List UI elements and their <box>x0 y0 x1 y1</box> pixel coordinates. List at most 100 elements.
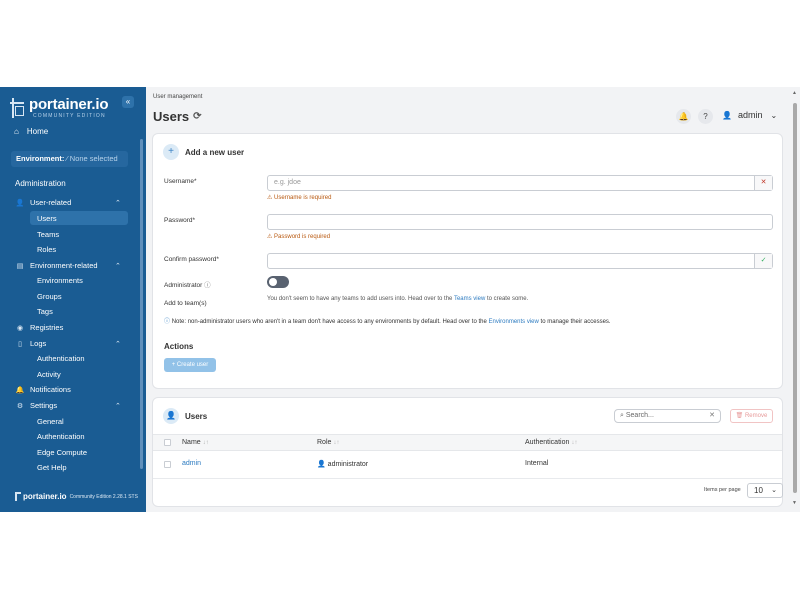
add-user-card: + Add a new user Username* e.g. jdoe ✕ ⚠… <box>152 133 783 389</box>
sidebar-item-notifications[interactable]: 🔔 Notifications <box>15 385 71 394</box>
page-title: Users ⟳ <box>153 109 202 124</box>
column-name[interactable]: Name ↓↑ <box>182 439 209 446</box>
sort-icon: ↓↑ <box>202 440 209 446</box>
teams-help-text: You don't seem to have any teams to add … <box>267 296 453 302</box>
home-icon: ⌂ <box>14 127 19 136</box>
confirm-password-input[interactable]: ✓ <box>267 253 773 269</box>
sidebar-item-label: Notifications <box>30 385 71 394</box>
collapse-sidebar-button[interactable]: « <box>122 96 134 108</box>
users-icon: 👤 <box>15 199 25 207</box>
sidebar-item-tags[interactable]: Tags <box>37 307 53 316</box>
username-error: ⚠ Username is required <box>267 195 332 201</box>
help-circle-icon[interactable]: ? <box>698 109 713 124</box>
page-scrollbar[interactable]: ▲ ▼ <box>790 87 800 512</box>
administrator-toggle[interactable] <box>267 276 289 288</box>
teams-help-text-end: to create some. <box>486 296 529 302</box>
environment-selector[interactable]: Environment: ⁄ None selected <box>11 151 128 167</box>
sidebar-scrollbar[interactable] <box>140 139 143 469</box>
sidebar-item-activity[interactable]: Activity <box>37 370 61 379</box>
teams-label: Add to team(s) <box>164 300 207 307</box>
sidebar-item-edge-compute[interactable]: Edge Compute <box>37 448 87 457</box>
file-text-icon: ▯ <box>18 340 22 348</box>
trash-icon: 🗑 <box>735 413 744 419</box>
sidebar-item-registries[interactable]: ◉ Registries <box>15 323 63 332</box>
password-error: ⚠ Password is required <box>267 234 331 240</box>
teams-view-link[interactable]: Teams view <box>454 296 485 302</box>
sidebar-item-general[interactable]: General <box>37 417 64 426</box>
environment-value: None selected <box>69 154 118 163</box>
row-divider <box>153 478 782 479</box>
sidebar-item-environment-related[interactable]: ▤ Environment-related ⌃ <box>15 261 121 270</box>
sidebar-item-logs[interactable]: ▯ Logs ⌃ <box>15 339 121 348</box>
column-authentication[interactable]: Authentication ↓↑ <box>525 439 577 446</box>
select-all-checkbox[interactable] <box>164 439 171 446</box>
sidebar-item-teams[interactable]: Teams <box>37 230 59 239</box>
password-input[interactable] <box>267 214 773 230</box>
check-icon: ✓ <box>754 254 772 268</box>
teams-help: You don't seem to have any teams to add … <box>267 296 528 302</box>
create-user-button[interactable]: + Create user <box>164 358 216 372</box>
sidebar-item-settings[interactable]: ⚙ Settings ⌃ <box>15 401 121 410</box>
table-header: Name ↓↑ Role ↓↑ Authentication ↓↑ <box>153 434 782 451</box>
search-input[interactable]: ⌕ Search... ✕ <box>614 409 721 423</box>
row-checkbox[interactable] <box>164 461 171 468</box>
bell-icon: 🔔 <box>15 386 25 394</box>
user-auth: Internal <box>525 460 549 467</box>
password-label: Password* <box>164 217 196 224</box>
portainer-small-logo-icon <box>15 492 21 501</box>
main-content: User management Users ⟳ 🔔 ? 👤 admin ⌄ + … <box>146 87 790 512</box>
sidebar-item-label: Environment-related <box>30 261 98 270</box>
username-input[interactable]: e.g. jdoe ✕ <box>267 175 773 191</box>
sidebar-item-environments[interactable]: Environments <box>37 276 83 285</box>
portainer-logo[interactable]: portainer.io COMMUNITY EDITION <box>10 97 108 119</box>
breadcrumb[interactable]: User management <box>153 94 202 100</box>
sidebar-item-roles[interactable]: Roles <box>37 245 56 254</box>
info-icon: ⓘ <box>164 319 171 325</box>
administrator-label-text: Administrator <box>164 282 203 289</box>
scrollbar-thumb[interactable] <box>793 103 797 493</box>
username-placeholder: e.g. jdoe <box>274 179 301 186</box>
sidebar-item-user-related[interactable]: 👤 User-related ⌃ <box>15 198 121 207</box>
sort-icon: ↓↑ <box>571 440 578 446</box>
user-icon: 👤 <box>722 110 732 120</box>
column-role[interactable]: Role ↓↑ <box>317 439 339 446</box>
sidebar-item-get-help[interactable]: Get Help <box>37 463 67 472</box>
sidebar-item-home[interactable]: ⌂ Home <box>14 127 48 136</box>
environments-view-link[interactable]: Environments view <box>489 319 539 325</box>
refresh-icon[interactable]: ⟳ <box>193 111 201 122</box>
bell-icon[interactable]: 🔔 <box>676 109 691 124</box>
scroll-down-icon[interactable]: ▼ <box>792 500 797 506</box>
sidebar-item-authentication[interactable]: Authentication <box>37 432 85 441</box>
portainer-logo-icon <box>10 98 25 118</box>
page-title-text: Users <box>153 109 190 124</box>
remove-label: Remove <box>744 413 768 419</box>
environment-label: Environment: <box>16 154 65 163</box>
chevron-up-icon: ⌃ <box>115 262 121 270</box>
sidebar-item-users[interactable]: Users <box>37 214 57 223</box>
note-text: Note: non-administrator users who aren't… <box>171 319 487 325</box>
user-role: 👤 administrator <box>317 460 368 468</box>
clear-search-icon[interactable]: ✕ <box>709 410 715 422</box>
gear-icon: ⚙ <box>16 402 24 410</box>
sidebar-item-label: Registries <box>30 323 64 332</box>
sort-icon: ↓↑ <box>333 440 340 446</box>
items-per-page-select[interactable]: 10 ⌄ <box>747 483 783 498</box>
users-table-title: Users <box>185 411 208 421</box>
add-user-header: + Add a new user <box>163 144 244 160</box>
sidebar-item-authentication-logs[interactable]: Authentication <box>37 354 85 363</box>
column-role-label: Role <box>317 439 332 446</box>
user-menu[interactable]: 👤 admin ⌄ <box>722 110 777 120</box>
help-circle-icon[interactable]: ⓘ <box>204 282 211 289</box>
users-table-card: 👤 Users ⌕ Search... ✕ 🗑 Remove Name ↓↑ R… <box>152 397 783 507</box>
remove-button[interactable]: 🗑 Remove <box>730 409 773 423</box>
note-text-end: to manage their accesses. <box>540 319 611 325</box>
error-x-icon: ✕ <box>754 176 772 190</box>
sidebar-item-groups[interactable]: Groups <box>37 292 62 301</box>
chevron-up-icon: ⌃ <box>115 199 121 207</box>
sidebar-item-label: Logs <box>30 339 47 348</box>
scroll-up-icon[interactable]: ▲ <box>792 90 797 96</box>
password-error-text: Password is required <box>274 234 331 240</box>
administrator-label: Administrator ⓘ <box>164 279 211 289</box>
chevron-up-icon: ⌃ <box>115 402 121 410</box>
user-name-link[interactable]: admin <box>182 460 201 467</box>
